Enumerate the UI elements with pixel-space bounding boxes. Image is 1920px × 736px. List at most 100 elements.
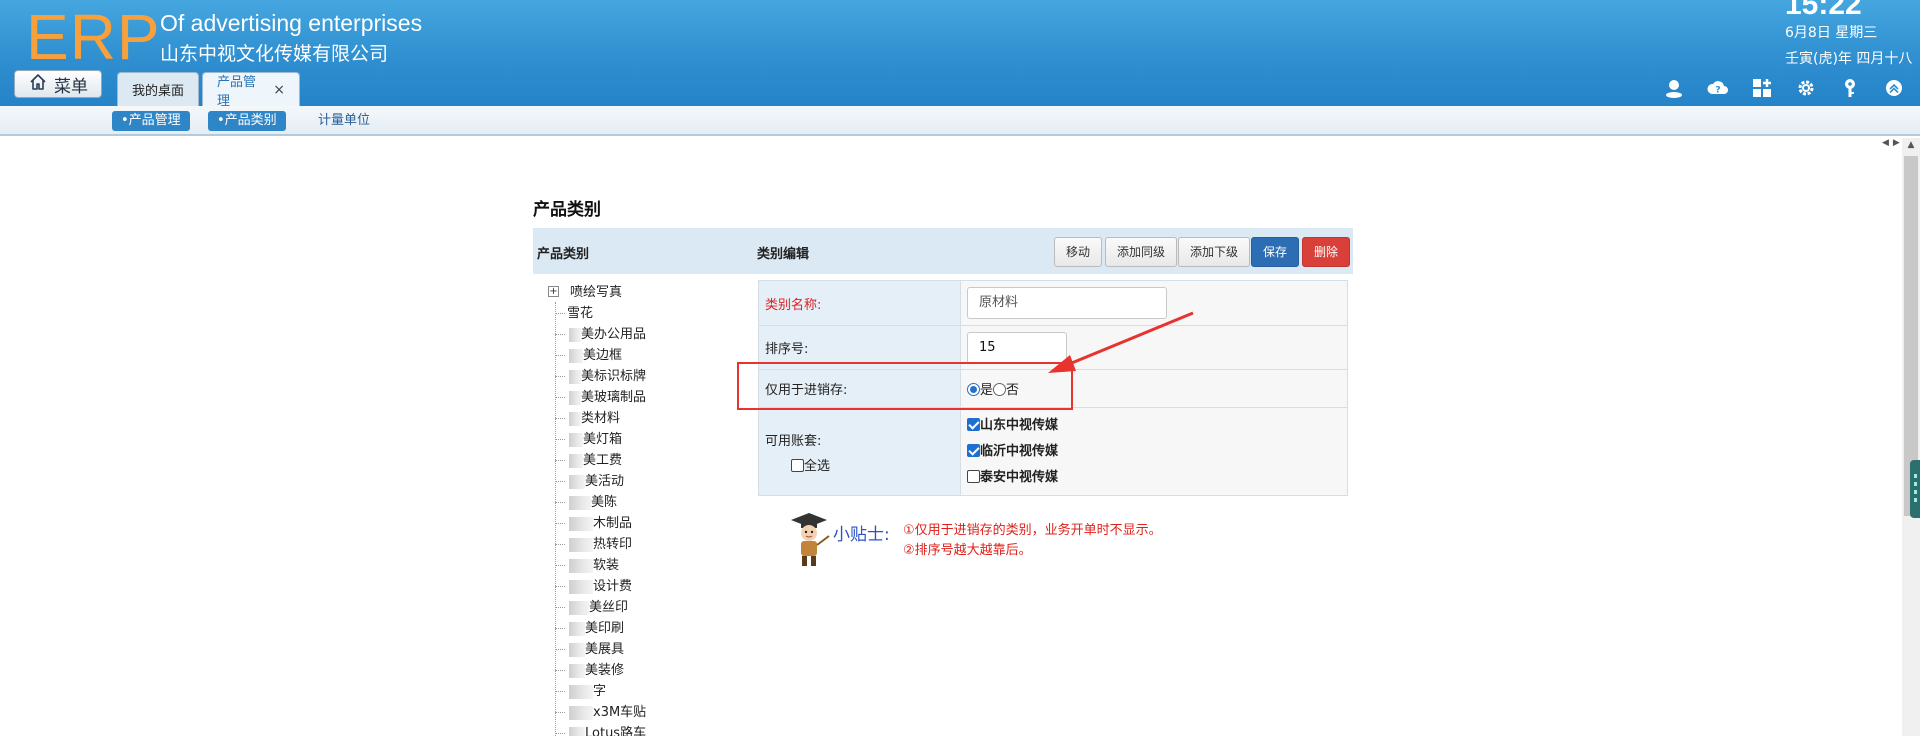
teacher-mascot-icon xyxy=(791,513,830,566)
edit-panel-header: 类别编辑 xyxy=(757,247,810,262)
tree-node-label[interactable]: 美办公用品 xyxy=(581,327,646,342)
collapse-up-icon[interactable] xyxy=(1882,76,1906,100)
subnav-measurement-unit[interactable]: 计量单位 xyxy=(318,111,370,131)
tree-node-label[interactable]: 美陈 xyxy=(591,495,617,510)
tree-node-label[interactable]: 美活动 xyxy=(585,474,624,489)
sub-navigation: •产品管理 •产品类别 计量单位 xyxy=(0,106,1920,136)
clock-time: 15:22 xyxy=(1785,0,1862,21)
tip-line-1: ①仅用于进销存的类别，业务开单时不显示。 xyxy=(903,523,1162,538)
erp-logo: ERP xyxy=(26,1,161,73)
tree-node[interactable]: 美边框 xyxy=(548,345,622,366)
expand-icon[interactable]: + xyxy=(548,286,559,297)
annotation-highlight-box xyxy=(737,362,1073,410)
tree-node-label[interactable]: 美标识标牌 xyxy=(581,369,646,384)
tree-node[interactable]: 美陈 xyxy=(548,492,617,513)
tree-node-label[interactable]: 美工费 xyxy=(583,453,622,468)
accounts-label: 可用账套: xyxy=(765,433,822,449)
tree-panel-header: 产品类别 xyxy=(537,247,590,262)
tree-node[interactable]: 类材料 xyxy=(548,408,620,429)
company-name-en: Of advertising enterprises xyxy=(160,10,423,36)
tree-node-label[interactable]: 美印刷 xyxy=(585,621,624,636)
delete-button[interactable]: 删除 xyxy=(1302,237,1351,267)
tree-node[interactable]: Lotus路车 xyxy=(548,723,646,736)
tree-node-label[interactable]: 美灯箱 xyxy=(583,432,622,447)
app-header: ERP Of advertising enterprises 山东中视文化传媒有… xyxy=(0,0,1920,109)
select-all-label[interactable]: 全选 xyxy=(804,459,830,474)
tree-node-label[interactable]: 美玻璃制品 xyxy=(581,390,646,405)
tab-product-management[interactable]: 产品管理 × xyxy=(202,72,300,109)
tree-node[interactable]: 雪花 xyxy=(548,303,593,324)
tree-node-label[interactable]: 喷绘写真 xyxy=(570,285,622,300)
menu-button-label: 菜单 xyxy=(54,76,88,97)
tree-node-label[interactable]: x3M车贴 xyxy=(593,705,646,720)
tree-node-label[interactable]: 美丝印 xyxy=(589,600,628,615)
add-sibling-button[interactable]: 添加同级 xyxy=(1105,237,1178,267)
gear-icon[interactable] xyxy=(1794,76,1818,100)
user-icon[interactable] xyxy=(1662,76,1686,100)
account-option[interactable]: 临沂中视传媒 xyxy=(967,439,1347,465)
tree-node-label[interactable]: 美展具 xyxy=(585,642,624,657)
tree-node[interactable]: 美办公用品 xyxy=(548,324,646,345)
move-button[interactable]: 移动 xyxy=(1054,237,1103,267)
tree-node-label[interactable]: 设计费 xyxy=(593,579,632,594)
tip-line-2: ②排序号越大越靠后。 xyxy=(903,543,1032,558)
home-icon xyxy=(28,72,48,97)
tree-node[interactable]: 软装 xyxy=(548,555,619,576)
tree-node-label[interactable]: Lotus路车 xyxy=(585,726,646,736)
category-toolbar: 产品类别 类别编辑 移动 添加同级 添加下级 保存 删除 xyxy=(533,228,1353,274)
subnav-product-management[interactable]: •产品管理 xyxy=(112,111,190,131)
category-tree: + 喷绘写真 雪花美办公用品美边框美标识标牌美玻璃制品类材料美灯箱美工费美活动美… xyxy=(548,282,748,736)
apps-icon[interactable] xyxy=(1750,76,1774,100)
tree-node-label[interactable]: 类材料 xyxy=(581,411,620,426)
tree-node[interactable]: 设计费 xyxy=(548,576,632,597)
category-name-label: 类别名称: xyxy=(758,280,961,326)
tree-node[interactable]: 美丝印 xyxy=(548,597,628,618)
page-title: 产品类别 xyxy=(533,200,601,220)
key-icon[interactable] xyxy=(1838,76,1862,100)
tab-close-icon[interactable]: × xyxy=(273,82,285,98)
company-name: Of advertising enterprises 山东中视文化传媒有限公司 xyxy=(160,8,422,68)
vertical-scrollbar[interactable]: ▲ xyxy=(1902,138,1920,736)
tree-node[interactable]: x3M车贴 xyxy=(548,702,646,723)
tree-node[interactable]: 美装修 xyxy=(548,660,624,681)
tree-node-label[interactable]: 木制品 xyxy=(593,516,632,531)
company-name-cn: 山东中视文化传媒有限公司 xyxy=(160,43,389,65)
tips-title: 小贴士: xyxy=(833,525,890,545)
tree-node-label[interactable]: 字 xyxy=(593,684,606,699)
tab-label: 产品管理 xyxy=(217,74,257,109)
account-checkbox[interactable] xyxy=(967,469,980,483)
tree-node[interactable]: 美工费 xyxy=(548,450,622,471)
add-child-button[interactable]: 添加下级 xyxy=(1178,237,1251,267)
tree-node-label[interactable]: 软装 xyxy=(593,558,619,573)
side-panel-handle[interactable] xyxy=(1910,460,1920,518)
tree-node-label[interactable]: 美边框 xyxy=(583,348,622,363)
select-all-checkbox[interactable] xyxy=(791,458,804,472)
account-checkbox[interactable] xyxy=(967,417,980,431)
subnav-product-category[interactable]: •产品类别 xyxy=(208,111,286,131)
tree-node[interactable]: 热转印 xyxy=(548,534,632,555)
account-option[interactable]: 山东中视传媒 xyxy=(967,413,1347,439)
tree-node-label[interactable]: 热转印 xyxy=(593,537,632,552)
tree-node[interactable]: 美展具 xyxy=(548,639,624,660)
tree-node-label[interactable]: 美装修 xyxy=(585,663,624,678)
horizontal-scroll-arrows[interactable]: ◀ ▶ xyxy=(1882,138,1902,152)
tree-node-label[interactable]: 雪花 xyxy=(567,306,593,321)
account-option[interactable]: 泰安中视传媒 xyxy=(967,465,1347,491)
tree-node[interactable]: 美活动 xyxy=(548,471,624,492)
svg-text:?: ? xyxy=(1715,86,1720,96)
tree-node[interactable]: 字 xyxy=(548,681,606,702)
tree-node[interactable]: 美玻璃制品 xyxy=(548,387,646,408)
tree-node[interactable]: 木制品 xyxy=(548,513,632,534)
clock: 15:22 6月8日 星期三 壬寅(虎)年 四月十八 xyxy=(1785,0,1912,68)
menu-button[interactable]: 菜单 xyxy=(14,70,102,98)
help-cloud-icon[interactable]: ? xyxy=(1706,76,1730,100)
tree-node[interactable]: 美标识标牌 xyxy=(548,366,646,387)
account-checkbox[interactable] xyxy=(967,443,980,457)
tab-label: 我的桌面 xyxy=(132,84,185,99)
tab-desktop[interactable]: 我的桌面 xyxy=(117,72,199,106)
tree-node[interactable]: 美印刷 xyxy=(548,618,624,639)
save-button[interactable]: 保存 xyxy=(1251,237,1300,267)
scroll-up-arrow[interactable]: ▲ xyxy=(1904,138,1918,152)
tree-node[interactable]: 美灯箱 xyxy=(548,429,622,450)
tree-root-node[interactable]: + 喷绘写真 xyxy=(548,282,622,303)
